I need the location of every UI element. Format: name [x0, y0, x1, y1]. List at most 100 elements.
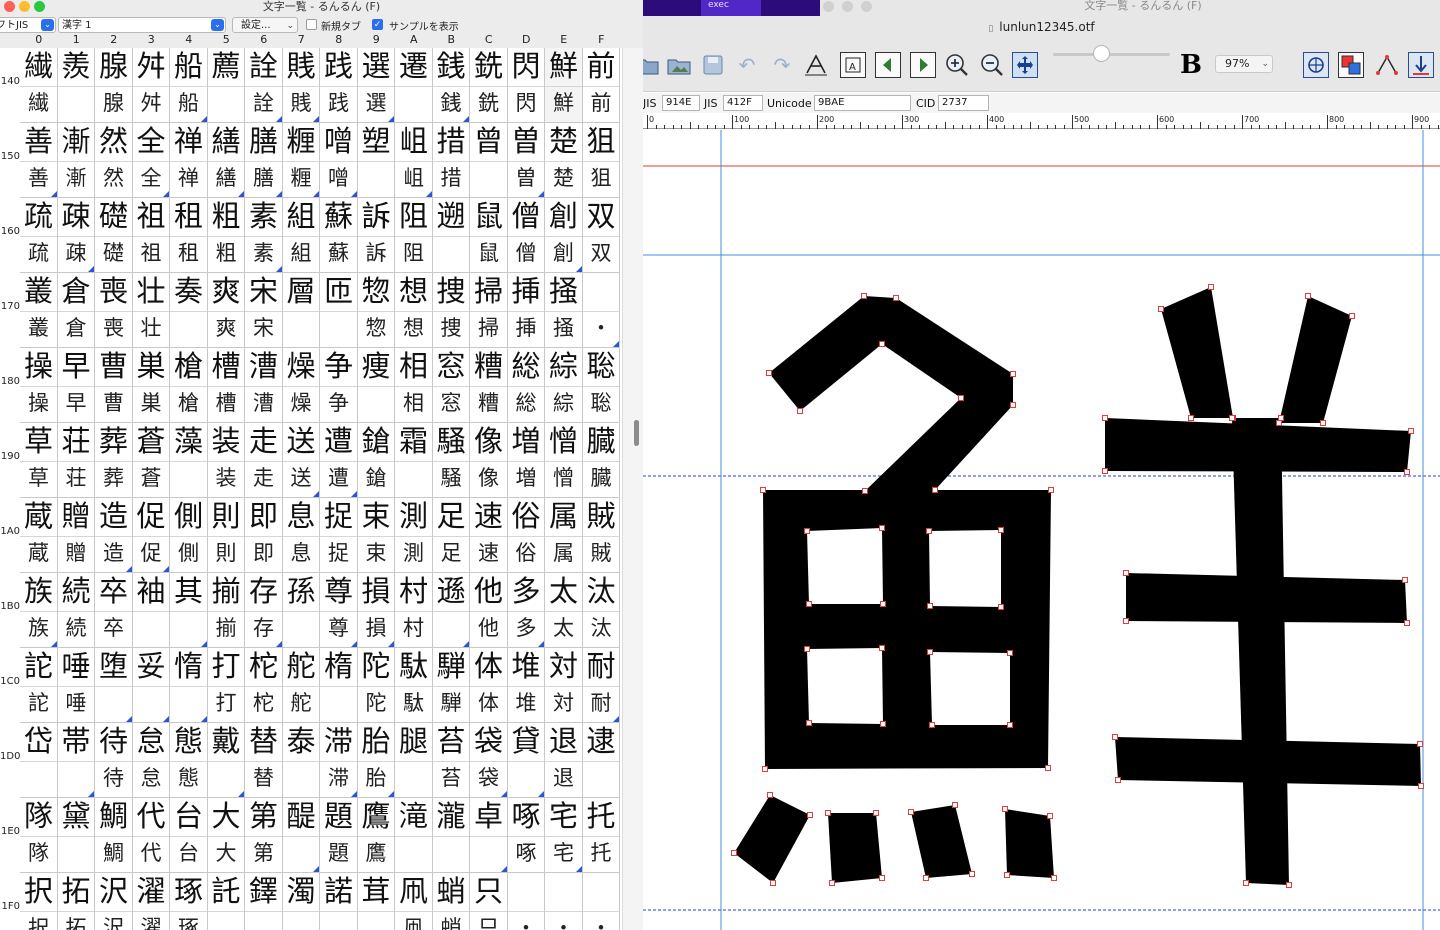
control-point[interactable]	[1408, 428, 1414, 434]
glyph-cell[interactable]: 黛	[57, 798, 95, 873]
glyph-cell[interactable]: 槽槽	[207, 348, 245, 423]
glyph-cell[interactable]: 船船	[170, 48, 208, 123]
control-point[interactable]	[1278, 415, 1284, 421]
dot-4-stroke[interactable]	[1005, 809, 1054, 878]
zoom-select[interactable]: 97% ⌄	[1215, 55, 1273, 73]
glyph-cell[interactable]: 遡	[432, 198, 470, 273]
control-point[interactable]	[1158, 306, 1164, 312]
glyph-cell[interactable]: 争争	[320, 348, 358, 423]
glyph-cell[interactable]: 息息	[282, 498, 320, 573]
control-point[interactable]	[829, 880, 835, 886]
glyph-cell[interactable]: 葬葬	[95, 423, 133, 498]
glyph-cell[interactable]: 詮詮	[245, 48, 283, 123]
control-point[interactable]	[969, 871, 975, 877]
glyph-cell[interactable]: 濯濯	[132, 873, 170, 930]
glyph-cell[interactable]: 尊尊	[320, 573, 358, 648]
control-point[interactable]	[880, 601, 886, 607]
glyph-cell[interactable]: 托托	[582, 798, 620, 873]
glyph-cell[interactable]: 善善	[20, 123, 58, 198]
control-point[interactable]	[767, 792, 773, 798]
control-point[interactable]	[908, 809, 914, 815]
glyph-canvas[interactable]	[643, 130, 1440, 930]
glyph-cell[interactable]: 太太	[545, 573, 583, 648]
control-point[interactable]	[1404, 469, 1410, 475]
control-point[interactable]	[762, 766, 768, 772]
glyph-cell[interactable]: 痩	[357, 348, 395, 423]
glyph-cell[interactable]: 糎糎	[282, 123, 320, 198]
glyph-cell[interactable]: 滞滞	[320, 723, 358, 798]
glyph-cell[interactable]: 大大	[207, 798, 245, 873]
control-point[interactable]	[766, 370, 772, 376]
glyph-cell[interactable]: 側側	[170, 498, 208, 573]
glyph-cell[interactable]: 窓窓	[432, 348, 470, 423]
glyph-cell[interactable]: 苔苔	[432, 723, 470, 798]
dot-3-stroke[interactable]	[911, 805, 972, 878]
zoom-out-icon[interactable]	[977, 50, 1007, 80]
control-point[interactable]	[861, 293, 867, 299]
close-window-icon[interactable]	[823, 1, 834, 12]
glyph-cell[interactable]: 然然	[95, 123, 133, 198]
control-point[interactable]	[1188, 415, 1194, 421]
glyph-cell[interactable]: 草草	[20, 423, 58, 498]
glyph-cell[interactable]: 代代	[132, 798, 170, 873]
control-point[interactable]	[731, 850, 737, 856]
glyph-cell[interactable]: 創創	[545, 198, 583, 273]
glyph-cell[interactable]: 拓拓	[57, 873, 95, 930]
frame-glyph-button[interactable]: A	[840, 52, 866, 78]
glyph-cell[interactable]: 沢沢	[95, 873, 133, 930]
glyph-cell[interactable]: 堆堆	[507, 648, 545, 723]
glyph-cell[interactable]: 腺腺	[95, 48, 133, 123]
glyph-cell[interactable]: 早早	[57, 348, 95, 423]
undo-icon[interactable]: ↶	[732, 50, 762, 80]
glyph-cell[interactable]: 逮	[582, 723, 620, 798]
cid-field[interactable]: 2737	[938, 95, 989, 111]
control-point[interactable]	[1229, 415, 1235, 421]
glyph-cell[interactable]: 膳膳	[245, 123, 283, 198]
glyph-cell[interactable]: 鮮鮮	[545, 48, 583, 123]
open-image-icon[interactable]	[664, 50, 694, 80]
glyph-cell[interactable]: 曾	[470, 123, 508, 198]
control-point[interactable]	[893, 295, 899, 301]
control-point[interactable]	[1276, 420, 1282, 426]
control-point[interactable]	[1115, 777, 1121, 783]
control-point[interactable]	[806, 601, 812, 607]
glyph-cell[interactable]: 閃閃	[507, 48, 545, 123]
glyph-cell[interactable]: 漕漕	[245, 348, 283, 423]
glyph-cell[interactable]: 唾唾	[57, 648, 95, 723]
glyph-cell[interactable]: 増増	[507, 423, 545, 498]
character-grid[interactable]: 140 繊繊羨腺腺舛舛船船薦詮詮賎賎践践選選遷銭銭銑銑閃閃鮮鮮前前 150 善善漸漸然…	[0, 48, 622, 930]
control-point[interactable]	[927, 649, 933, 655]
glyph-cell[interactable]: 僧僧	[507, 198, 545, 273]
control-point[interactable]	[1002, 806, 1008, 812]
glyph-cell[interactable]: 掃掃	[470, 273, 508, 348]
glyph-cell[interactable]: 賊賊	[582, 498, 620, 573]
export-glyph-button[interactable]	[1408, 52, 1434, 78]
glyph-cell[interactable]: 楕	[320, 648, 358, 723]
glyph-cell[interactable]: 第第	[245, 798, 283, 873]
glyph-cell[interactable]: 揃揃	[207, 573, 245, 648]
glyph-cell[interactable]: 憎憎	[545, 423, 583, 498]
glyph-cell[interactable]: 綜綜	[545, 348, 583, 423]
glyph-cell[interactable]: 銭銭	[432, 48, 470, 123]
pen-tool-icon[interactable]	[1372, 50, 1402, 80]
glyph-cell[interactable]: 只只	[470, 873, 508, 930]
glyph-cell[interactable]: 双双	[582, 198, 620, 273]
control-point[interactable]	[1123, 570, 1129, 576]
overlap-tool-button[interactable]	[1338, 52, 1364, 78]
control-point[interactable]	[760, 487, 766, 493]
glyph-cell[interactable]: 損損	[357, 573, 395, 648]
dot-1-stroke[interactable]	[734, 795, 810, 883]
glyph-cell[interactable]: 掻掻	[545, 273, 583, 348]
kanji-select[interactable]: 漢字 1 ⌄	[58, 17, 226, 33]
glyph-cell[interactable]: 践践	[320, 48, 358, 123]
glyph-cell[interactable]: 袋袋	[470, 723, 508, 798]
encoding-select[interactable]: シフトJIS ⌄	[0, 17, 56, 33]
previous-glyph-button[interactable]	[875, 52, 901, 78]
glyph-cell[interactable]: 曽曽	[507, 123, 545, 198]
control-point[interactable]	[1007, 722, 1013, 728]
glyph-cell[interactable]: 選選	[357, 48, 395, 123]
control-point[interactable]	[770, 880, 776, 886]
glyph-cell[interactable]: 槍槍	[170, 348, 208, 423]
glyph-cell[interactable]: 騨騨	[432, 648, 470, 723]
glyph-cell[interactable]: 禅禅	[170, 123, 208, 198]
